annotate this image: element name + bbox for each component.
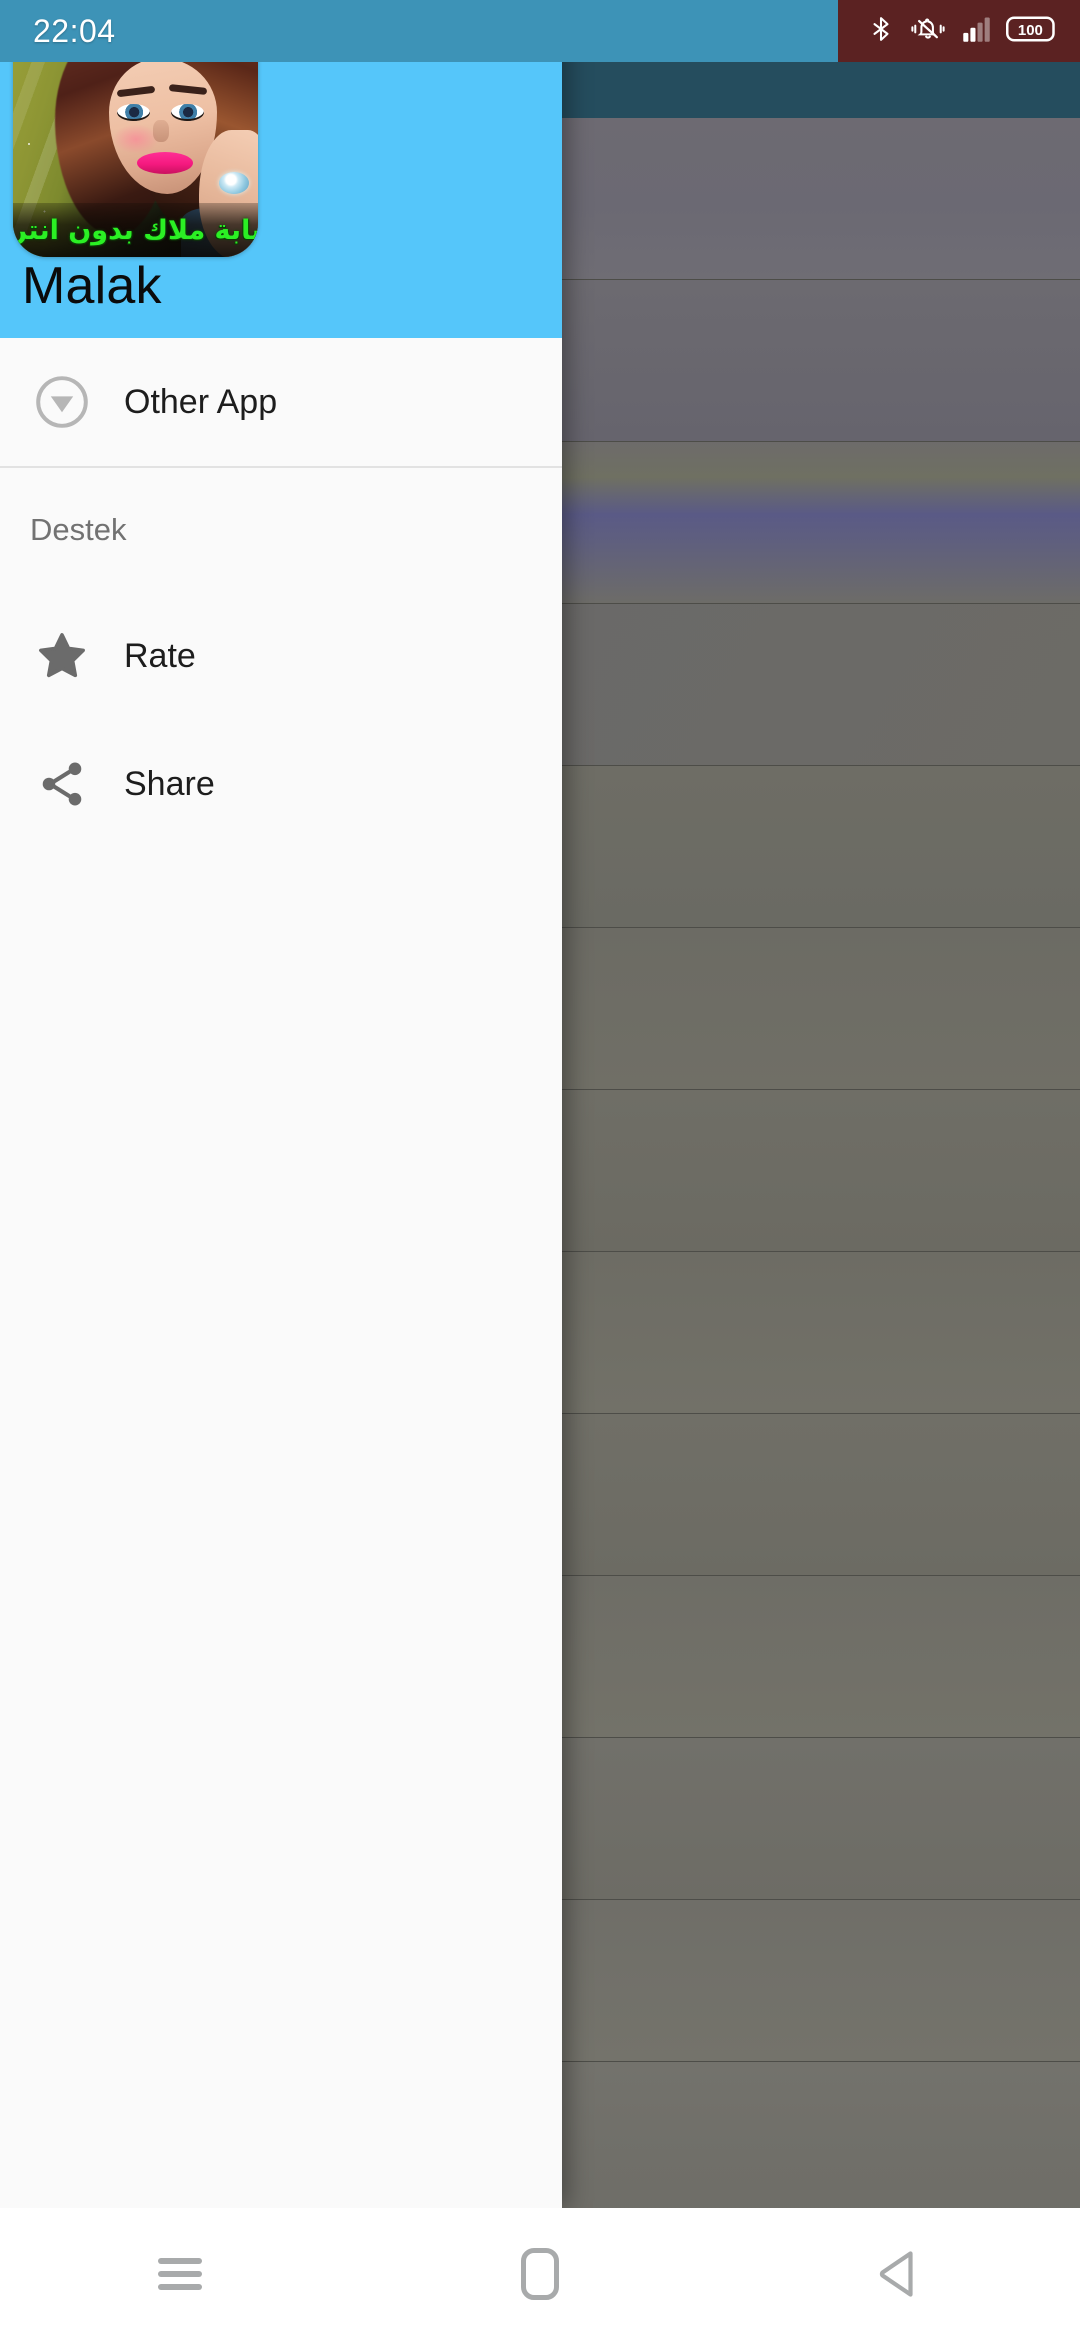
menu-item-share[interactable]: Share [0, 720, 562, 848]
drawer-section-label: Destek [0, 468, 562, 592]
status-clock: 22:04 [33, 12, 116, 49]
menu-item-label: Other App [124, 382, 278, 421]
app-icon-caption: الشابة ملاك بدون انترنت [13, 214, 258, 246]
signal-bars-icon [962, 14, 990, 49]
navigation-drawer: الشابة ملاك بدون انترنت Malak Other App … [0, 0, 562, 2208]
share-icon [0, 758, 124, 810]
bluetooth-icon [868, 12, 894, 51]
battery-level-text: 100 [1018, 21, 1043, 38]
page-title: Malak [22, 257, 162, 315]
menu-item-rate[interactable]: Rate [0, 592, 562, 720]
menu-item-label: Rate [124, 636, 196, 675]
status-icon-group: 100 [868, 0, 1056, 62]
star-icon [0, 629, 124, 683]
recents-button[interactable] [0, 2208, 360, 2340]
status-bar: 22:04 100 [0, 0, 1080, 62]
drawer-empty-space [0, 848, 562, 1948]
drawer-menu: Other App Destek Rate Share [0, 338, 562, 1948]
menu-item-label: Share [124, 764, 215, 803]
android-nav-bar [0, 2208, 1080, 2340]
back-button[interactable] [720, 2208, 1080, 2340]
home-button[interactable] [360, 2208, 720, 2340]
recents-icon [158, 2251, 202, 2297]
status-bar-left-region [0, 0, 838, 62]
back-icon [879, 2251, 913, 2297]
menu-item-other-app[interactable]: Other App [0, 338, 562, 466]
home-icon [521, 2248, 559, 2300]
download-circle-icon [0, 374, 124, 430]
battery-icon: 100 [1006, 14, 1056, 49]
vibrate-mute-icon [910, 13, 946, 50]
